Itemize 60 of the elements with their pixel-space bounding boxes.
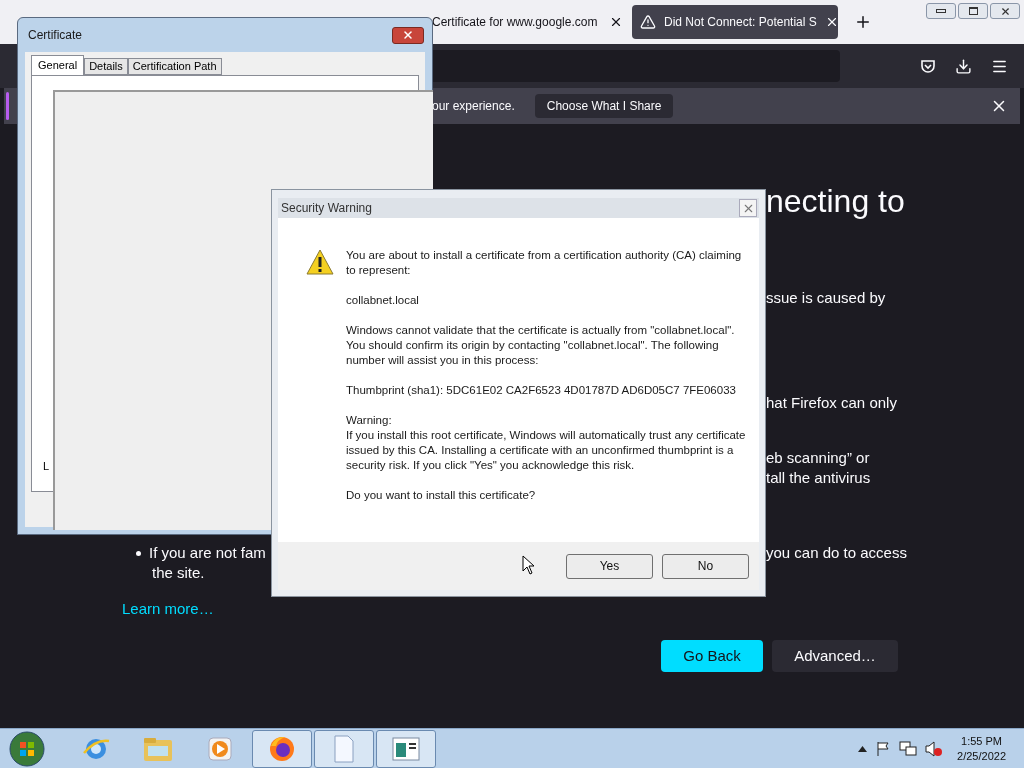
page-heading: necting to xyxy=(766,182,906,221)
document-icon xyxy=(332,733,356,764)
restore-button[interactable] xyxy=(958,3,988,19)
page-text: you can do to access xyxy=(766,543,907,563)
learn-more-link[interactable]: Learn more… xyxy=(122,598,214,621)
dialog-text: Thumbprint (sha1): 5DC61E02 CA2F6523 4D01787D AD6D05C7 7FE06033 xyxy=(346,383,737,398)
flag-icon[interactable] xyxy=(875,740,892,757)
download-icon[interactable] xyxy=(955,57,972,75)
close-button[interactable] xyxy=(392,26,424,44)
dialog-text: Warning: xyxy=(346,413,393,428)
muted-speaker-icon[interactable] xyxy=(925,740,944,757)
window-title: Certificate xyxy=(28,27,83,44)
close-button[interactable] xyxy=(990,3,1020,19)
panel-label: L xyxy=(43,459,50,474)
start-orb-icon[interactable] xyxy=(8,729,46,768)
page-text: eb scanning” or xyxy=(766,448,871,468)
taskbar-button[interactable] xyxy=(252,729,312,768)
taskbar-button[interactable] xyxy=(376,729,436,768)
taskbar-button[interactable] xyxy=(314,729,374,768)
page-text: the site. xyxy=(152,563,206,583)
notification-text: our experience. xyxy=(432,98,515,115)
dialog-text: Windows cannot validate that the certificate is actually from "collabnet.local". You should confirm its origin by contacting "collabnet.local". The following number will assist you in this process: xyxy=(346,323,736,368)
page-button[interactable]: Go Back xyxy=(661,640,763,672)
dialog-tab[interactable]: General xyxy=(31,55,85,75)
close-icon xyxy=(999,5,1011,17)
warning-icon xyxy=(305,248,335,276)
dialog-tab[interactable]: Details xyxy=(84,58,128,75)
tab-title: Did Not Connect: Potential S xyxy=(664,14,817,31)
show-hidden-icon[interactable] xyxy=(858,745,868,752)
browser-tab[interactable]: Did Not Connect: Potential S xyxy=(632,5,838,39)
page-text: hat Firefox can only xyxy=(766,393,898,413)
clock-date[interactable]: 2/25/2022 xyxy=(957,748,1006,764)
dialog-button[interactable]: Yes xyxy=(566,553,653,579)
window-icon xyxy=(391,735,421,762)
dialog-text: Do you want to install this certificate? xyxy=(346,488,537,503)
warning-icon xyxy=(640,14,656,30)
dialog-title: Security Warning xyxy=(281,200,372,217)
browser-tab[interactable]: Certificate for www.google.com xyxy=(432,5,620,39)
clock-time[interactable]: 1:55 PM xyxy=(961,733,1002,749)
pocket-icon[interactable] xyxy=(920,58,936,74)
close-icon xyxy=(402,29,414,41)
close-button[interactable] xyxy=(739,199,757,217)
page-button[interactable]: Advanced… xyxy=(772,640,898,672)
cursor-icon xyxy=(522,555,535,575)
page-text: tall the antivirus xyxy=(766,468,872,488)
choose-share-button[interactable]: Choose What I Share xyxy=(534,94,674,118)
network-icon[interactable] xyxy=(899,740,918,757)
dialog-text: collabnet.local xyxy=(346,293,420,308)
minimize-button[interactable] xyxy=(926,3,956,19)
page-text: ssue is caused by xyxy=(766,288,887,308)
new-tab-icon[interactable] xyxy=(854,13,872,31)
dialog-text: If you install this root certificate, Windows will automatically trust any certificate issued by this CA. Installing a certificate with an unconfirmed thumbprint is a security risk. If you click "Yes" you acknowledge this risk. xyxy=(346,428,746,473)
bullet-icon xyxy=(136,550,141,556)
dialog-tab[interactable]: Certification Path xyxy=(127,58,222,75)
play-icon xyxy=(206,734,234,763)
page-text: If you are not fam xyxy=(149,543,266,563)
accent-bar xyxy=(6,92,9,120)
dialog-text: You are about to install a certificate from a certification authority (CA) claiming to represent: xyxy=(346,248,743,278)
dialog-button[interactable]: No xyxy=(662,553,749,579)
tab-title: Certificate for www.google.com xyxy=(432,14,598,31)
